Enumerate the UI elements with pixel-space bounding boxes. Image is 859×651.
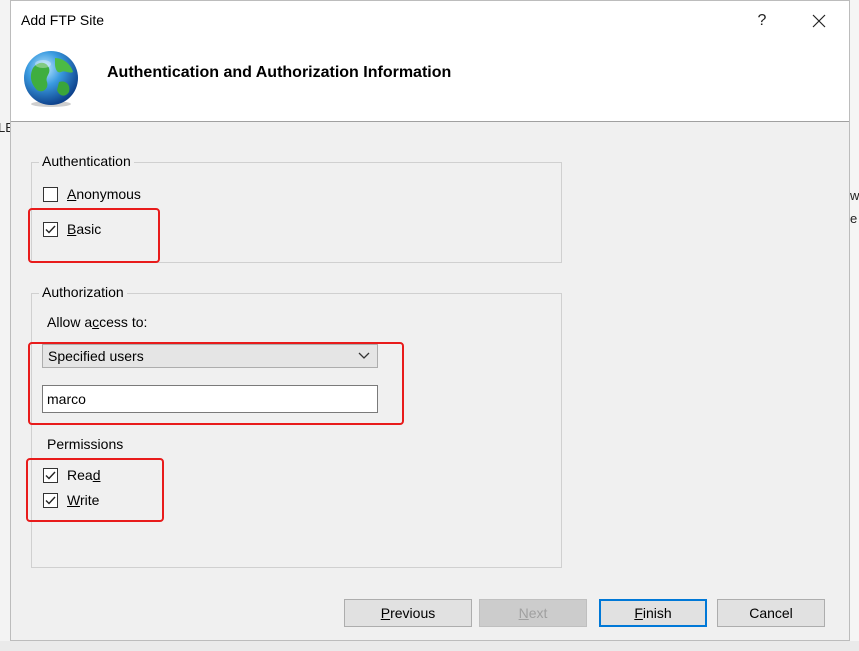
authentication-legend: Authentication [39,153,134,169]
annotation-highlight-permissions [26,458,164,522]
close-button[interactable] [802,7,836,35]
authorization-legend: Authorization [39,284,127,300]
background-text-fragment: w [850,188,859,203]
anonymous-label: Anonymous [67,186,141,202]
anonymous-checkbox[interactable]: Anonymous [43,184,141,204]
checkbox-box[interactable] [43,186,58,202]
annotation-highlight-basic [28,208,160,263]
next-button[interactable]: Next [479,599,587,627]
allow-access-label: Allow access to: [47,314,148,330]
page-title: Authentication and Authorization Informa… [107,64,452,81]
background-text-fragment: e [850,211,858,226]
previous-button[interactable]: Previous [344,599,472,627]
background-window-left: LE [0,0,14,651]
add-ftp-site-dialog: Add FTP Site ? Authentication and Author… [10,0,850,641]
globe-icon [24,51,78,107]
authorization-group [31,293,562,568]
background-window-bottom [0,641,859,651]
window-title: Add FTP Site [21,12,105,28]
finish-button[interactable]: Finish [599,599,707,627]
permissions-label: Permissions [47,436,124,452]
cancel-button[interactable]: Cancel [717,599,825,627]
wizard-header: Authentication and Authorization Informa… [11,41,849,122]
title-bar[interactable]: Add FTP Site ? [11,1,849,41]
background-window-right: w e [850,0,859,651]
annotation-highlight-access [28,342,404,425]
close-icon [812,14,826,28]
help-button[interactable]: ? [745,7,779,35]
